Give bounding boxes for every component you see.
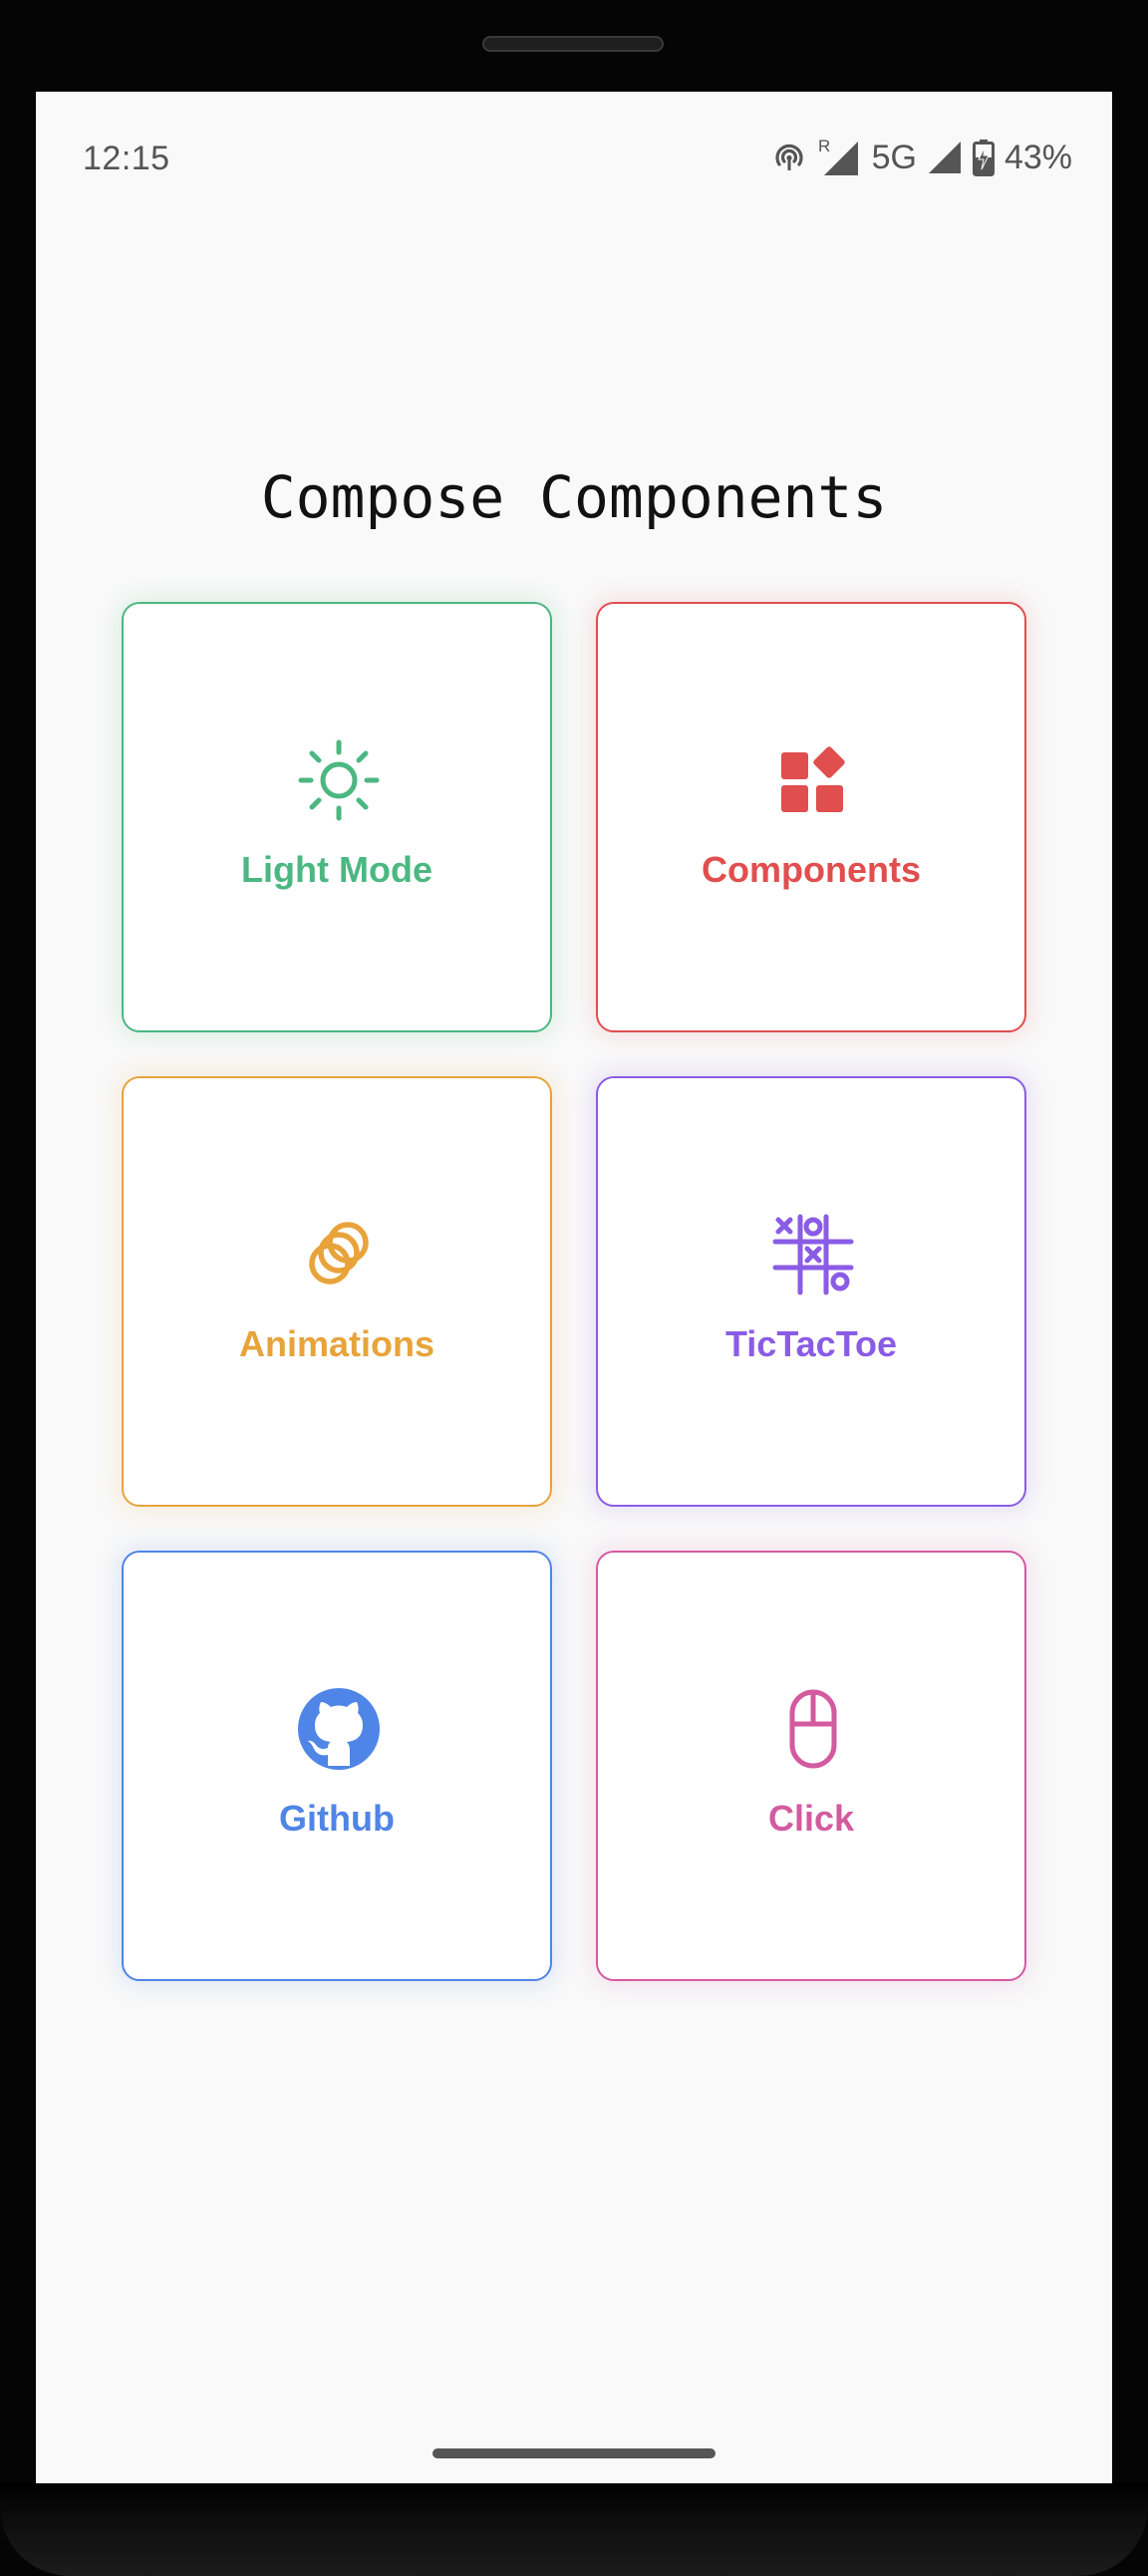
- light-mode-label: Light Mode: [241, 849, 432, 890]
- components-label: Components: [702, 849, 921, 890]
- app-screen: 12:15 R 5G 43% Compose Components Light …: [36, 92, 1112, 2483]
- tictactoe-icon: [772, 1214, 854, 1295]
- device-bottom-bezel: [0, 2483, 1148, 2576]
- status-time: 12:15: [83, 140, 170, 177]
- signal-roaming-icon: R: [818, 137, 858, 175]
- github-icon: [298, 1688, 380, 1770]
- status-icons: R 5G 43%: [772, 136, 1072, 179]
- earpiece-speaker: [482, 36, 664, 52]
- animations-card[interactable]: Animations: [122, 1076, 552, 1507]
- page-title: Compose Components: [260, 463, 888, 531]
- github-label: Github: [279, 1798, 395, 1839]
- status-bar: 12:15 R 5G 43%: [36, 92, 1112, 181]
- tictactoe-card[interactable]: TicTacToe: [596, 1076, 1026, 1507]
- mouse-icon: [789, 1689, 837, 1769]
- roaming-indicator: R: [818, 137, 830, 155]
- widgets-icon: [781, 746, 845, 812]
- click-label: Click: [767, 1798, 855, 1839]
- animations-label: Animations: [238, 1323, 434, 1364]
- signal-icon: [928, 142, 961, 173]
- light-mode-card[interactable]: Light Mode: [122, 602, 552, 1032]
- battery-percent: 43%: [1004, 139, 1072, 176]
- home-indicator[interactable]: [432, 2448, 716, 2458]
- device-frame: 12:15 R 5G 43% Compose Components Light …: [0, 0, 1148, 2576]
- click-card[interactable]: Click: [596, 1551, 1026, 1981]
- components-card[interactable]: Components: [596, 602, 1026, 1032]
- battery-charging-icon: [972, 140, 995, 176]
- components-grid: Light Mode Components Animations TicTacT…: [122, 602, 1026, 1981]
- hotspot-icon: [775, 143, 803, 170]
- tictactoe-label: TicTacToe: [724, 1323, 898, 1364]
- network-type: 5G: [871, 139, 917, 176]
- github-card[interactable]: Github: [122, 1551, 552, 1981]
- animation-rings-icon: [309, 1222, 369, 1285]
- sun-icon: [298, 739, 380, 821]
